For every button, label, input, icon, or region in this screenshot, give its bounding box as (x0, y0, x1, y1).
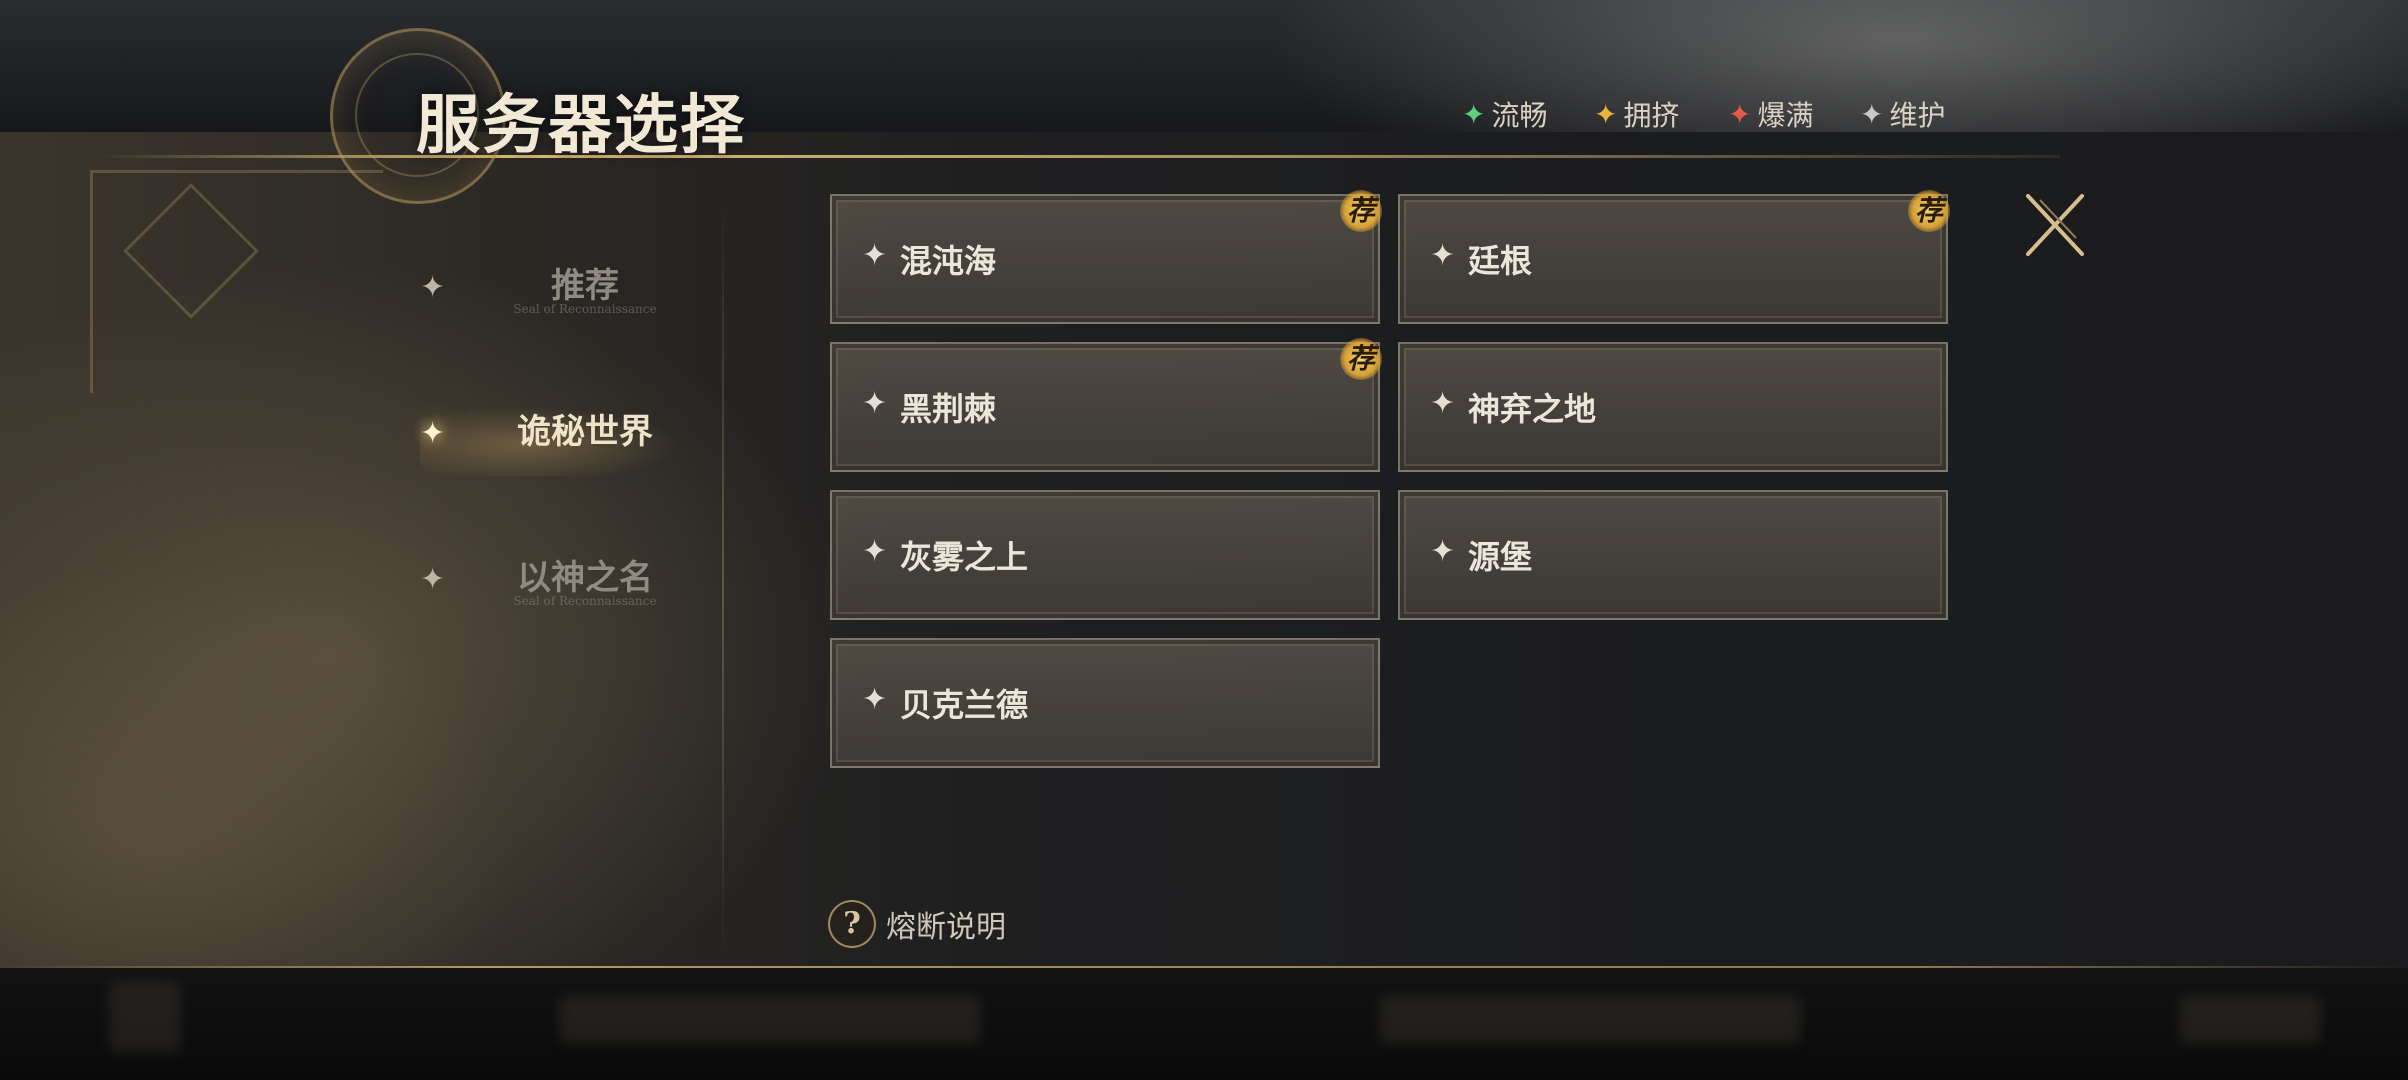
legend-maintenance: ✦ 维护 (1860, 94, 1945, 134)
legend-label: 维护 (1889, 99, 1946, 132)
question-icon: ? (828, 900, 876, 948)
legend-label: 爆满 (1757, 99, 1814, 132)
server-card-source-castle[interactable]: ✦ 源堡 (1398, 490, 1948, 620)
star-icon: ✦ (862, 386, 888, 421)
server-card-backlund[interactable]: ✦ 贝克兰德 (830, 638, 1380, 768)
category-label: 诡秘世界 (517, 412, 653, 452)
server-name: 混沌海 (900, 242, 997, 280)
recommended-badge: 荐 (1340, 338, 1382, 380)
star-icon: ✦ (420, 562, 446, 597)
star-icon: ✦ (862, 238, 888, 273)
legend-full: ✦ 爆满 (1728, 94, 1813, 134)
server-name: 廷根 (1468, 242, 1533, 280)
server-name: 黑荆棘 (900, 390, 997, 428)
legend-label: 拥挤 (1623, 99, 1680, 132)
close-button[interactable] (2020, 190, 2090, 260)
help-label: 熔断说明 (886, 910, 1006, 945)
star-icon: ✦ (1728, 97, 1752, 131)
star-icon: ✦ (1462, 97, 1486, 131)
star-icon: ✦ (862, 682, 888, 717)
star-icon: ✦ (862, 534, 888, 569)
category-label: 以神之名 (517, 558, 653, 598)
star-icon: ✦ (420, 416, 446, 451)
server-card-forsaken-land[interactable]: ✦ 神弃之地 (1398, 342, 1948, 472)
category-recommended[interactable]: ✦ 推荐 Seal of Reconnaissance (400, 250, 700, 340)
left-ornament-frame (90, 170, 383, 393)
star-icon: ✦ (1594, 97, 1618, 131)
category-in-gods-name[interactable]: ✦ 以神之名 Seal of Reconnaissance (400, 542, 700, 632)
star-icon: ✦ (1430, 386, 1456, 421)
legend-smooth: ✦ 流畅 (1462, 94, 1547, 134)
server-select-screen: 服务器选择 ✦ 流畅 ✦ 拥挤 ✦ 爆满 ✦ 维护 ✦ 推荐 Seal of R… (0, 0, 2408, 1080)
recommended-badge: 荐 (1340, 190, 1382, 232)
star-icon: ✦ (1860, 97, 1884, 131)
server-card-chaos-sea[interactable]: ✦ 混沌海 荐 (830, 190, 1382, 324)
legend-crowded: ✦ 拥挤 (1594, 94, 1679, 134)
server-name: 贝克兰德 (900, 686, 1029, 724)
star-icon: ✦ (1430, 238, 1456, 273)
category-subtitle: Seal of Reconnaissance (513, 302, 657, 316)
server-card-above-gray-fog[interactable]: ✦ 灰雾之上 (830, 490, 1380, 620)
star-icon: ✦ (1430, 534, 1456, 569)
bottom-hud-blurred (0, 968, 2408, 1080)
vertical-divider (722, 200, 724, 960)
category-subtitle: Seal of Reconnaissance (513, 594, 657, 608)
server-name: 神弃之地 (1468, 390, 1597, 428)
category-mystery-world[interactable]: ✦ 诡秘世界 (400, 396, 700, 486)
server-name: 灰雾之上 (900, 538, 1029, 576)
server-name: 源堡 (1468, 538, 1533, 576)
server-card-tingen[interactable]: ✦ 廷根 荐 (1398, 190, 1950, 324)
category-label: 推荐 (551, 266, 619, 306)
server-card-black-thorn[interactable]: ✦ 黑荆棘 荐 (830, 338, 1382, 472)
legend-label: 流畅 (1491, 99, 1548, 132)
page-title: 服务器选择 (416, 88, 746, 163)
star-icon: ✦ (420, 270, 446, 305)
recommended-badge: 荐 (1908, 190, 1950, 232)
close-icon (2026, 194, 2084, 256)
circuit-breaker-help[interactable]: ? 熔断说明 (828, 900, 1006, 948)
